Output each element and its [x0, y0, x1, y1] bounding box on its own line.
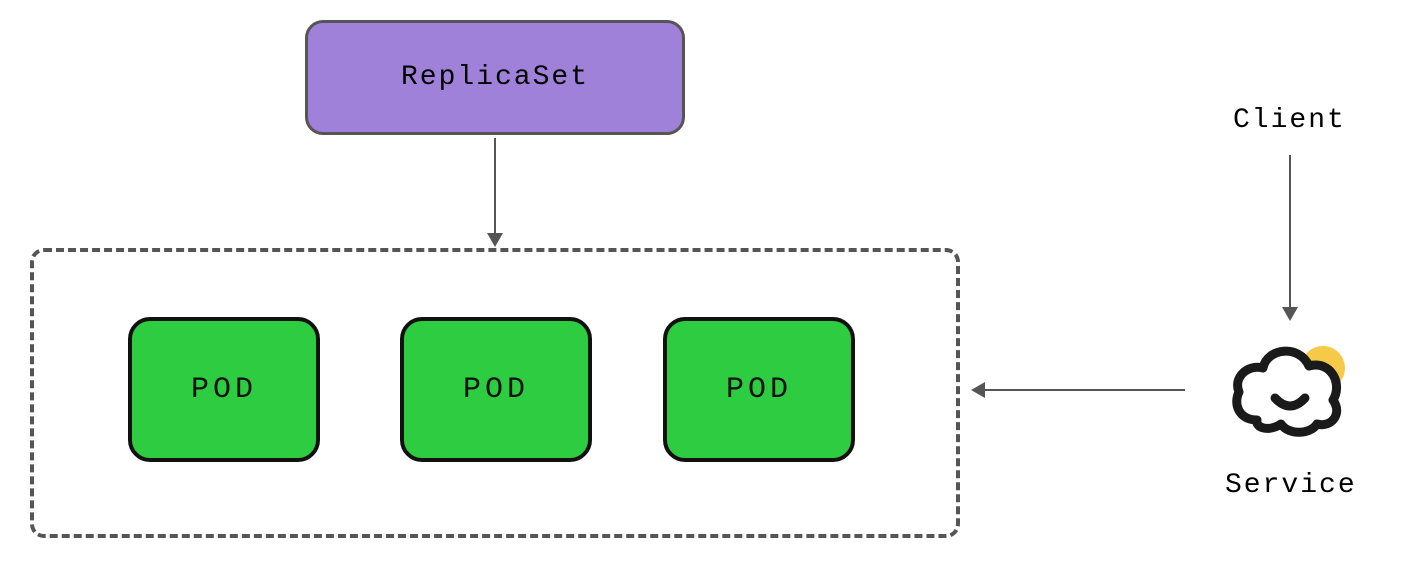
arrow-service-to-pods: [985, 389, 1185, 391]
client-label: Client: [1233, 105, 1346, 136]
service-label: Service: [1225, 470, 1357, 501]
replicaset-label: ReplicaSet: [401, 62, 589, 93]
arrow-service-to-pods-head: [971, 382, 985, 398]
pod-label: POD: [191, 373, 257, 407]
pod-node: POD: [128, 317, 320, 462]
arrow-replicaset-to-pods-head: [487, 233, 503, 247]
arrow-client-to-service: [1289, 155, 1291, 307]
pod-label: POD: [726, 373, 792, 407]
pod-node: POD: [663, 317, 855, 462]
arrow-client-to-service-head: [1282, 307, 1298, 321]
pod-node: POD: [400, 317, 592, 462]
arrow-replicaset-to-pods: [494, 138, 496, 233]
service-cloud-icon: [1225, 320, 1355, 450]
pod-label: POD: [463, 373, 529, 407]
replicaset-node: ReplicaSet: [305, 20, 685, 135]
